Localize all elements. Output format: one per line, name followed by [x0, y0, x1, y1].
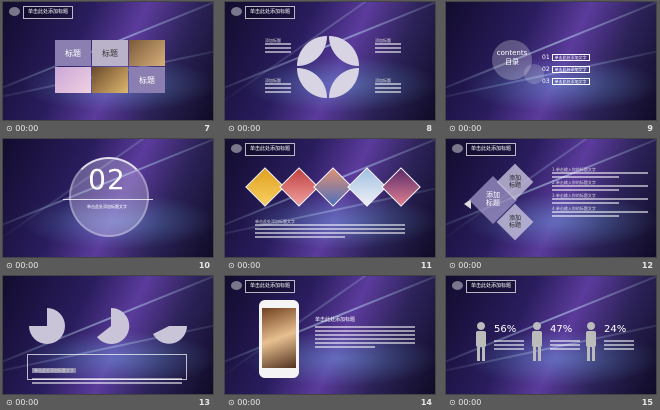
- text-block: 添加标题: [265, 78, 291, 95]
- slide-number: 8: [426, 124, 432, 133]
- slide-time: ⊙ 00:00: [228, 398, 261, 407]
- photo-tile-2: [55, 67, 91, 93]
- pie-icon: [153, 326, 187, 344]
- slide-time: ⊙ 00:00: [449, 261, 482, 270]
- slide-time: ⊙ 00:00: [6, 261, 39, 270]
- text-block: 单击此处添加标题: [315, 316, 415, 350]
- slide-thumb-11[interactable]: 单击此处添加标题 单击此处添加标题文字 ⊙ 00:00 11: [225, 139, 435, 273]
- slide-title: 单击此处添加标题: [245, 6, 296, 19]
- photo-tile-1: [129, 40, 165, 66]
- slide-title: 单击此处添加标题: [466, 280, 517, 293]
- slide-thumb-13[interactable]: 单击此处添加标题文字 ⊙ 00:00 13: [3, 276, 213, 410]
- text-block: 添加标题: [375, 38, 401, 55]
- slide-time: ⊙ 00:00: [449, 124, 482, 133]
- slide-number: 9: [647, 124, 653, 133]
- slide-title: 单击此处添加标题: [245, 280, 296, 293]
- slide-thumb-12[interactable]: 单击此处添加标题 添加 标题 添加 标题 添加 标题 1.单击输入你的标题文字 …: [446, 139, 656, 273]
- slide-title: 单击此处添加标题: [23, 6, 74, 19]
- slide-title: 单击此处添加标题: [245, 143, 296, 156]
- petal-shape: [297, 36, 327, 66]
- text-box: 单击此处添加标题文字: [27, 354, 187, 384]
- diamond-label: 添加 标题: [508, 215, 521, 229]
- percent-2: 47%: [550, 324, 573, 335]
- slide-thumb-10[interactable]: 02 单击此处添加标题文字 ⊙ 00:00 10: [3, 139, 213, 273]
- slide-number: 11: [420, 261, 432, 270]
- person-icon: [586, 322, 596, 361]
- slide-time: ⊙ 00:00: [228, 124, 261, 133]
- text-block: [550, 340, 580, 352]
- person-icon: [476, 322, 486, 361]
- pie-icon: [29, 308, 65, 344]
- logo-icon: [452, 144, 463, 153]
- text-block: [604, 340, 634, 352]
- phone-mockup: [259, 300, 299, 378]
- points-list: 1.单击输入你的标题文字 2.单击输入你的标题文字 3.单击输入你的标题文字 4…: [552, 167, 648, 219]
- tile-3: 标题: [129, 67, 165, 93]
- slide-number: 10: [198, 261, 210, 270]
- logo-icon: [231, 144, 242, 153]
- diamond-label: 添加 标题: [486, 191, 500, 207]
- slide-number: 7: [204, 124, 210, 133]
- text-block: [494, 340, 524, 352]
- slide-time: ⊙ 00:00: [6, 398, 39, 407]
- diamond-label: 添加 标题: [508, 175, 521, 189]
- tile-1: 标题: [55, 40, 91, 66]
- tile-2: 标题: [92, 40, 128, 66]
- slide-time: ⊙ 00:00: [449, 398, 482, 407]
- phone-screen-photo: [262, 308, 296, 368]
- petal-shape: [297, 68, 327, 98]
- section-subtitle: 单击此处添加标题文字: [87, 204, 127, 209]
- contents-list: 01 单击此处添加文字 02 单击此处添加文字 03 单击此处添加文字: [542, 52, 590, 88]
- slide-number: 14: [420, 398, 432, 407]
- slide-title: 单击此处添加标题: [466, 143, 517, 156]
- logo-icon: [231, 281, 242, 290]
- slide-number: 13: [198, 398, 210, 407]
- caption-block: 单击此处添加标题文字: [255, 219, 405, 240]
- percent-3: 24%: [604, 324, 627, 335]
- photo-tile-3: [92, 67, 128, 93]
- slide-number: 12: [641, 261, 653, 270]
- logo-icon: [231, 7, 242, 16]
- petal-shape: [329, 36, 359, 66]
- text-block: 添加标题: [265, 38, 291, 55]
- text-block: 添加标题: [375, 78, 401, 95]
- logo-icon: [9, 7, 20, 16]
- slide-thumb-9[interactable]: contents 目录 01 单击此处添加文字 02 单击此处添加文字 03 单击…: [446, 2, 656, 136]
- pie-icon: [97, 307, 130, 344]
- slide-time: ⊙ 00:00: [6, 124, 39, 133]
- slide-time: ⊙ 00:00: [228, 261, 261, 270]
- slide-number: 15: [641, 398, 653, 407]
- percent-1: 56%: [494, 324, 517, 335]
- petal-shape: [329, 68, 359, 98]
- slide-thumb-7[interactable]: 单击此处添加标题 标题 标题 标题 ⊙ 00:00 7: [3, 2, 213, 136]
- slide-thumb-14[interactable]: 单击此处添加标题 单击此处添加标题 ⊙ 00:00 14: [225, 276, 435, 410]
- slide-thumb-8[interactable]: 单击此处添加标题 添加标题 添加标题 添加标题 添加标题 ⊙ 00:00 8: [225, 2, 435, 136]
- logo-icon: [452, 281, 463, 290]
- person-icon: [532, 322, 542, 361]
- decor-circle: [524, 64, 544, 84]
- divider: [63, 199, 153, 200]
- photo-diamond: [381, 167, 421, 207]
- section-number: 02: [88, 163, 126, 196]
- slide-thumb-15[interactable]: 单击此处添加标题 56% 47% 24% ⊙ 00:00 15: [446, 276, 656, 410]
